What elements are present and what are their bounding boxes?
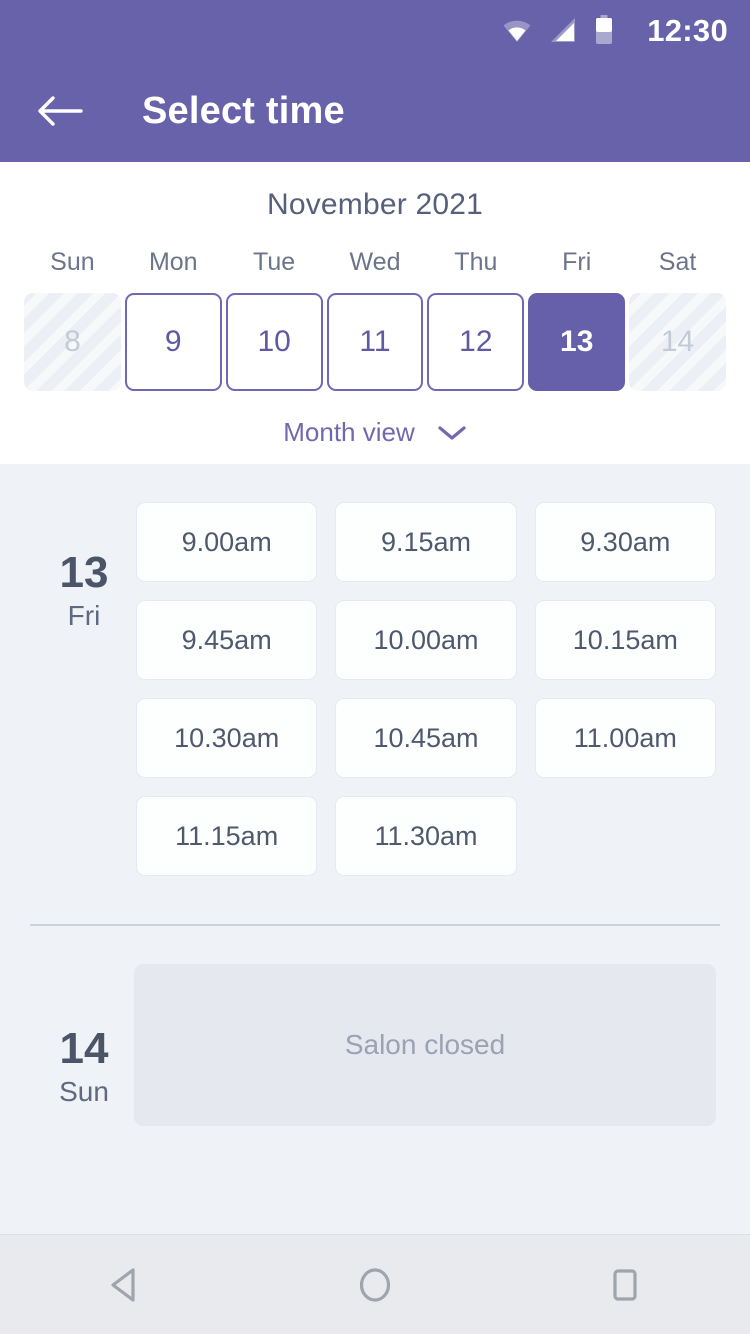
time-slot[interactable]: 9.15am [335,502,517,582]
calendar-day-14: 14 [629,293,726,391]
schedule-day-13: 13 Fri 9.00am 9.15am 9.30am 9.45am 10.00… [0,464,750,876]
day-of-week: Sun [59,1076,109,1108]
calendar-day-10[interactable]: 10 [225,293,323,391]
time-slot[interactable]: 11.00am [534,698,716,778]
app-bar: Select time [0,60,750,162]
android-nav-bar [0,1234,750,1334]
time-slot-grid: 9.00am 9.15am 9.30am 9.45am 10.00am 10.1… [134,502,716,876]
month-view-toggle[interactable]: Month view [0,391,750,448]
time-slot[interactable]: 9.00am [136,502,318,582]
day-of-week: Fri [67,600,101,632]
nav-recents-button[interactable] [577,1237,673,1333]
day-number: 13 [59,548,109,597]
back-button[interactable] [32,83,88,139]
time-slot[interactable]: 11.15am [136,796,318,876]
time-slot[interactable]: 9.30am [534,502,716,582]
calendar-week-strip: 8 9 10 11 12 13 14 [0,293,750,391]
square-recents-icon [613,1268,637,1301]
nav-home-button[interactable] [327,1237,423,1333]
time-slot[interactable]: 10.00am [335,600,517,680]
weekday-sat: Sat [658,248,697,276]
wifi-icon [503,20,531,42]
calendar-day-11[interactable]: 11 [326,293,424,391]
month-view-label: Month view [283,417,415,447]
calendar-weekday-header: Sun Mon Tue Wed Thu Fri Sat [0,248,750,277]
schedule-content: 13 Fri 9.00am 9.15am 9.30am 9.45am 10.00… [0,464,750,1234]
page-title: Select time [142,89,345,132]
time-slot[interactable]: 10.45am [335,698,517,778]
calendar-day-9[interactable]: 9 [124,293,222,391]
calendar-day-8: 8 [24,293,121,391]
triangle-back-icon [111,1267,135,1302]
weekday-fri: Fri [562,248,592,276]
calendar-month-title: November 2021 [266,188,484,221]
status-bar: 12:30 [0,0,750,60]
weekday-thu: Thu [454,248,498,276]
status-icons: 12:30 [502,15,728,46]
signal-icon [551,18,576,42]
day-label-13: 13 Fri [34,502,134,632]
weekday-sun: Sun [50,248,95,276]
time-slot[interactable]: 9.45am [136,600,318,680]
calendar-panel: November 2021 Sun Mon Tue Wed Thu Fri Sa… [0,162,750,464]
calendar-day-12[interactable]: 12 [427,293,525,391]
weekday-wed: Wed [349,248,401,276]
status-time: 12:30 [647,12,728,48]
time-slot[interactable]: 10.30am [136,698,318,778]
circle-home-icon [359,1267,391,1302]
phone-screen: 12:30 Select time November 2021 Sun Mon … [0,0,750,1334]
salon-closed-panel: Salon closed [134,964,716,1126]
calendar-day-13[interactable]: 13 [528,293,626,391]
weekday-tue: Tue [253,248,296,276]
time-slot[interactable]: 10.15am [534,600,716,680]
day-number: 14 [59,1024,109,1073]
arrow-left-icon [38,96,83,126]
day-label-14: 14 Sun [34,964,134,1108]
battery-icon [596,15,613,44]
nav-back-button[interactable] [77,1237,173,1333]
schedule-day-14: 14 Sun Salon closed [0,926,750,1126]
time-slot[interactable]: 11.30am [335,796,517,876]
weekday-mon: Mon [148,248,198,276]
chevron-down-icon [438,425,466,440]
